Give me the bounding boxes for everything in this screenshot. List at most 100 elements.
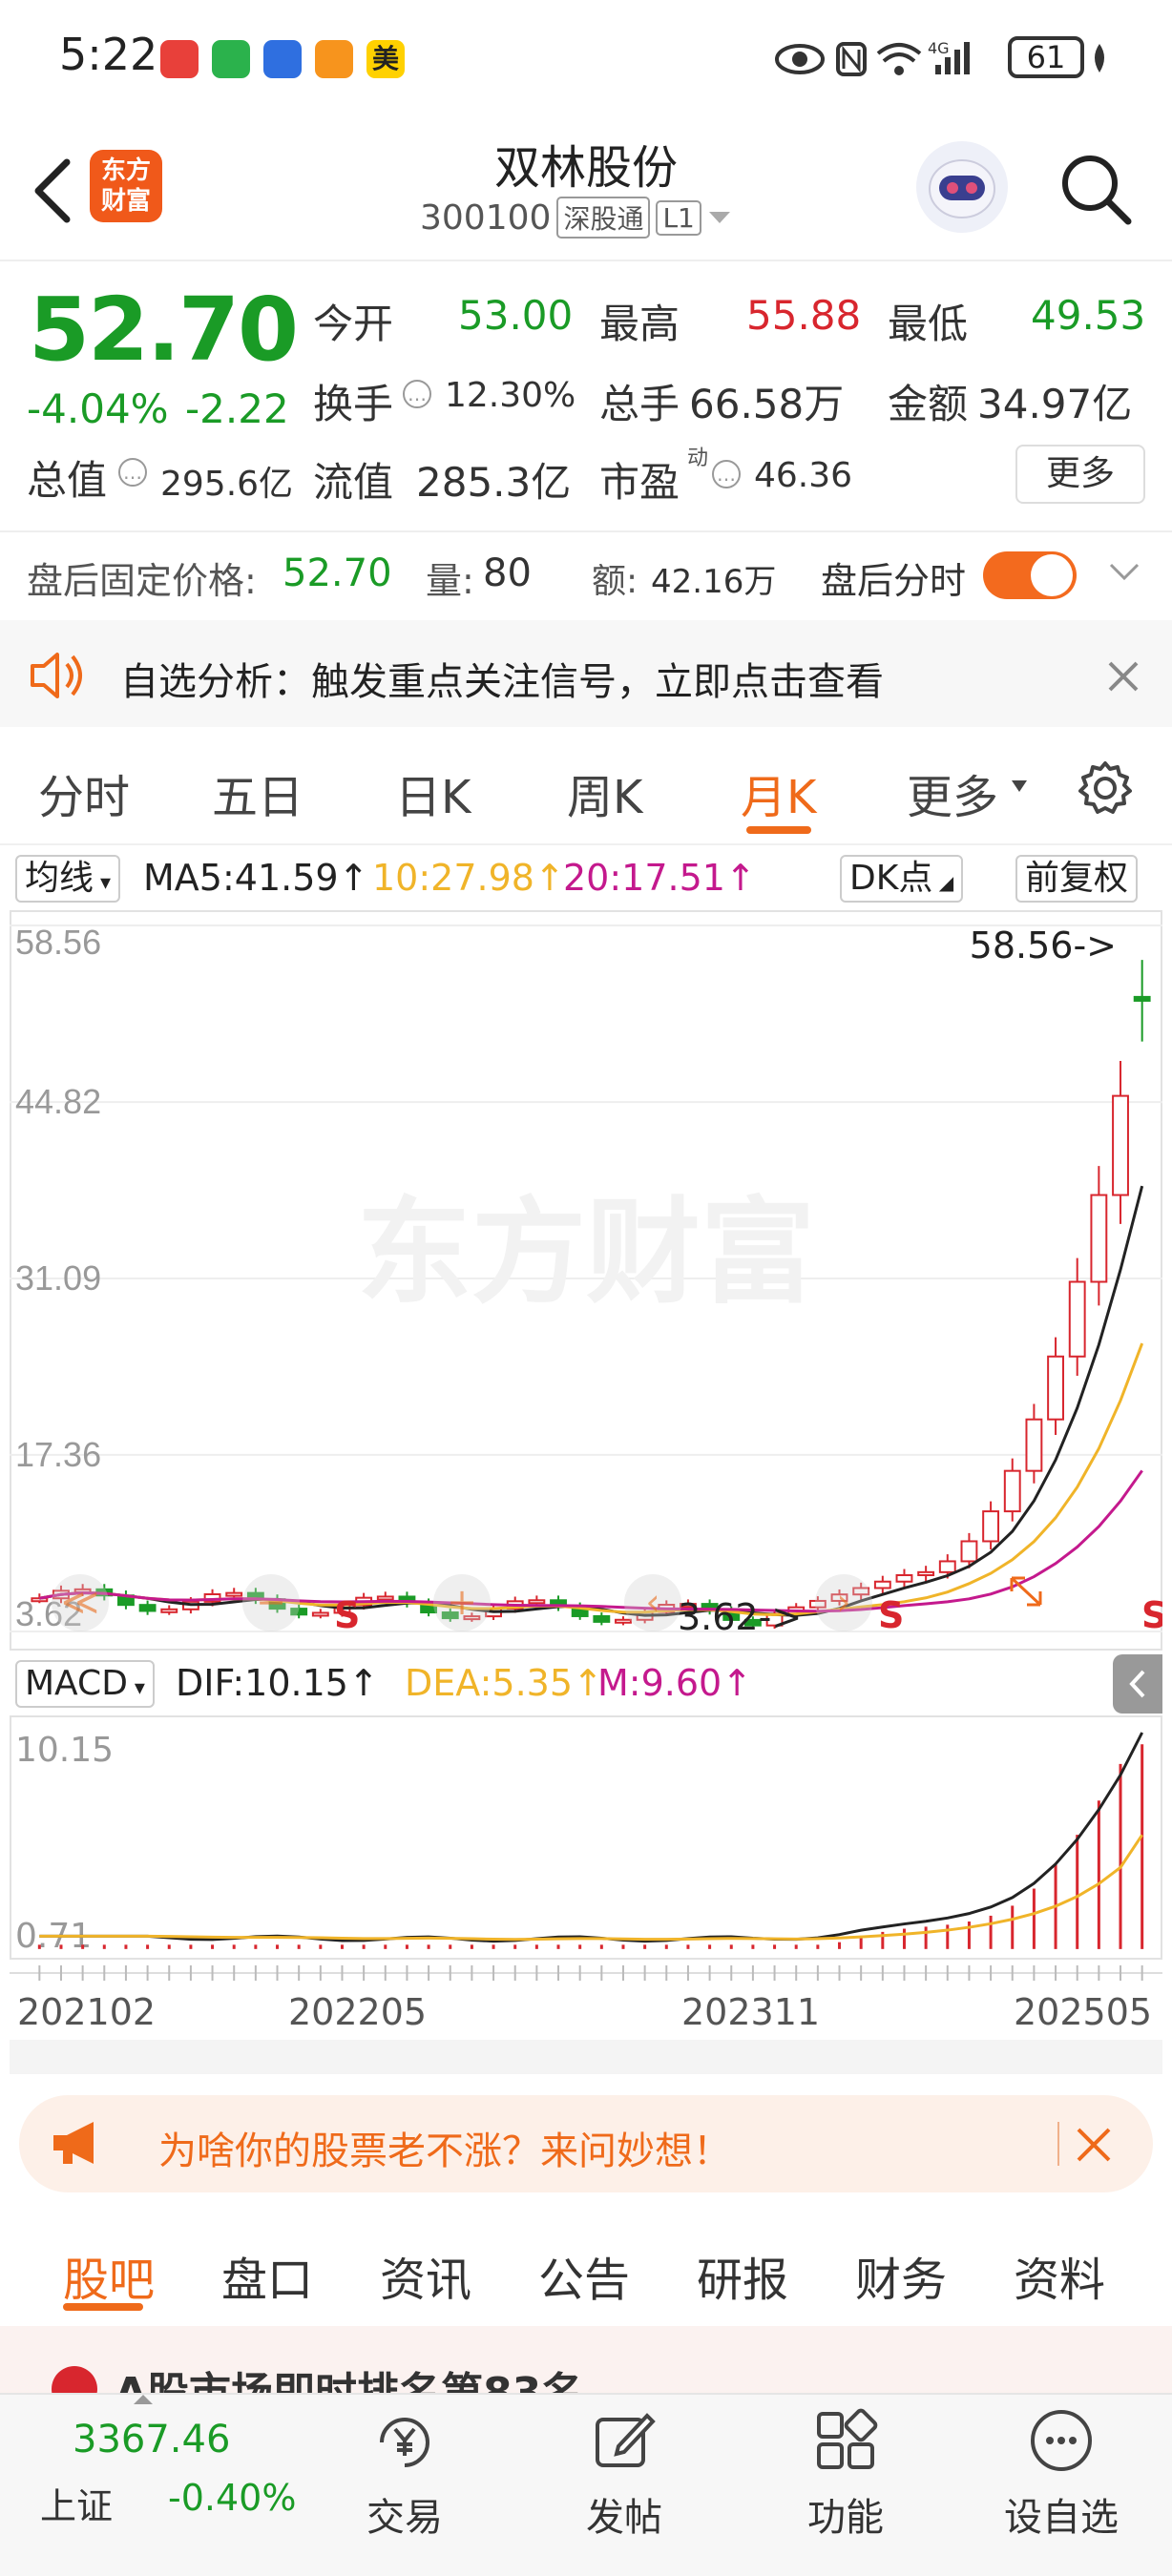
after-hours-amount: 42.16万 xyxy=(651,563,777,601)
candle xyxy=(1025,1418,1043,1472)
dk-arrow-icon: ◢ xyxy=(932,871,954,894)
news-peek[interactable]: A股市场即时排名第83名 xyxy=(0,2326,1172,2393)
btab-finance[interactable]: 财务 xyxy=(855,2242,947,2309)
turnover-info-icon[interactable]: … xyxy=(403,380,431,408)
megaphone-icon xyxy=(53,2122,94,2164)
index-change[interactable]: -0.40% xyxy=(168,2477,296,2519)
stock-code-row[interactable]: 300100 深股通 L1 xyxy=(420,197,732,239)
mcap-label: 总值 xyxy=(27,457,108,504)
trade-yen-icon[interactable] xyxy=(370,2408,439,2477)
tab-monthly-k[interactable]: 月K xyxy=(741,759,816,826)
chevron-left-icon xyxy=(1129,1670,1145,1698)
tab-daily-k[interactable]: 日K xyxy=(395,759,471,826)
index-value[interactable]: 3367.46 xyxy=(73,2418,230,2462)
chart-bottom-shade xyxy=(10,2040,1162,2074)
candle xyxy=(1133,995,1151,1002)
price-axis-label: 58.56 xyxy=(15,923,101,962)
macd-axis-label: 10.15 xyxy=(15,1731,114,1770)
btab-pankou[interactable]: 盘口 xyxy=(221,2242,313,2309)
tab-more[interactable]: 更多 xyxy=(907,759,998,826)
ai-assistant-robot-icon[interactable] xyxy=(916,141,1008,233)
candle xyxy=(982,1510,1000,1543)
wifi-icon xyxy=(876,43,922,75)
nav-add-watchlist[interactable]: 设自选 xyxy=(985,2486,1138,2542)
tab-weekly-k[interactable]: 周K xyxy=(567,759,642,826)
pe-label: 市盈 xyxy=(599,459,680,506)
network-label: 4G xyxy=(928,39,950,57)
nav-trade[interactable]: 交易 xyxy=(328,2486,481,2542)
ma-select[interactable]: 均线 ▾ xyxy=(15,855,121,903)
btab-news[interactable]: 资讯 xyxy=(380,2242,471,2309)
volume-value: 66.58万 xyxy=(689,381,845,427)
leaf-icon xyxy=(1095,44,1104,73)
x-axis-label: 202205 xyxy=(288,1991,427,2033)
chevron-down-icon[interactable] xyxy=(1107,561,1141,584)
dk-label: DK点 xyxy=(849,859,933,898)
info-icon[interactable]: … xyxy=(118,458,147,487)
meituan-icon: 美 xyxy=(366,40,405,78)
x-axis-label: 202311 xyxy=(681,1991,820,2033)
alert-text[interactable]: 自选分析：触发重点关注信号，立即点击查看 xyxy=(120,651,884,706)
promo-text[interactable]: 为啥你的股票老不涨？来问妙想！ xyxy=(158,2120,731,2175)
promo-divider xyxy=(1057,2122,1059,2166)
add-watchlist-icon[interactable] xyxy=(1027,2406,1096,2475)
divider xyxy=(0,843,1172,845)
tab-intraday[interactable]: 分时 xyxy=(38,759,130,826)
nav-post[interactable]: 发帖 xyxy=(548,2486,701,2542)
candle xyxy=(138,1604,157,1612)
mcap-value: 295.6亿 xyxy=(160,465,294,504)
close-icon[interactable] xyxy=(1075,2126,1113,2164)
search-icon[interactable] xyxy=(1057,151,1134,227)
tab-five-day[interactable]: 五日 xyxy=(212,759,303,826)
divider xyxy=(0,530,1172,532)
close-icon[interactable] xyxy=(1107,660,1140,693)
huawei-icon xyxy=(160,40,199,78)
sell-marker: S xyxy=(334,1594,360,1636)
index-name[interactable]: 上证 xyxy=(40,2477,113,2529)
after-hours-chart-label: 盘后分时 xyxy=(821,560,967,602)
expand-up-icon[interactable] xyxy=(132,2393,155,2406)
turnover-value: 12.30% xyxy=(445,376,576,415)
settings-gear-icon[interactable] xyxy=(1077,759,1134,817)
compose-post-icon[interactable] xyxy=(592,2408,657,2473)
btab-profile[interactable]: 资料 xyxy=(1014,2242,1105,2309)
macd-select-label: MACD xyxy=(25,1664,128,1703)
candlestick-chart[interactable]: 58.5644.8231.0917.363.62东方财富58.56->3.62-… xyxy=(10,910,1162,1651)
candle xyxy=(528,1599,546,1605)
after-hours-amount-label: 额: xyxy=(592,562,638,601)
status-time: 5:22 xyxy=(59,29,158,80)
macd-select[interactable]: MACD ▾ xyxy=(15,1660,155,1708)
toggle-knob xyxy=(1031,554,1073,596)
watermark-text: 东方财富 xyxy=(357,1187,815,1319)
macd-chart[interactable]: 10.150.71202102 202205 202311 202505 xyxy=(10,1715,1162,2074)
float-value: 285.3亿 xyxy=(416,459,572,506)
dk-point-select[interactable]: DK点 ◢ xyxy=(840,855,964,903)
system-icons: 4G xyxy=(775,39,970,76)
blue-app-icon xyxy=(263,40,302,78)
candle xyxy=(1047,1355,1064,1421)
btab-guba[interactable]: 股吧 xyxy=(63,2242,155,2309)
ma10-legend: 10:27.98↑ xyxy=(372,857,565,899)
pe-value: 46.36 xyxy=(754,456,853,495)
btab-research[interactable]: 研报 xyxy=(697,2242,788,2309)
market-tag: 深股通 xyxy=(556,197,651,239)
collapse-panel-button[interactable] xyxy=(1113,1654,1162,1714)
price-axis-label: 17.36 xyxy=(15,1435,101,1474)
ma5-legend: MA5:41.59↑ xyxy=(143,857,369,899)
orange-play-icon xyxy=(315,40,353,78)
adjust-select[interactable]: 前复权 xyxy=(1015,855,1139,903)
nav-functions[interactable]: 功能 xyxy=(769,2486,922,2542)
amount-label: 金额 xyxy=(888,381,969,427)
functions-grid-icon[interactable] xyxy=(813,2408,878,2473)
btab-announcements[interactable]: 公告 xyxy=(538,2242,630,2309)
candle xyxy=(1003,1469,1021,1513)
more-button[interactable]: 更多 xyxy=(1015,445,1145,504)
battery-icon: 61 xyxy=(1008,36,1084,78)
current-price: 52.70 xyxy=(29,279,299,381)
candle xyxy=(938,1560,956,1573)
pe-info-icon[interactable]: … xyxy=(712,460,741,488)
chart-control-glyph: − xyxy=(256,1581,286,1623)
chart-control-glyph: + xyxy=(447,1581,477,1623)
candle xyxy=(1068,1280,1086,1358)
rank-chart-icon xyxy=(52,2366,97,2393)
